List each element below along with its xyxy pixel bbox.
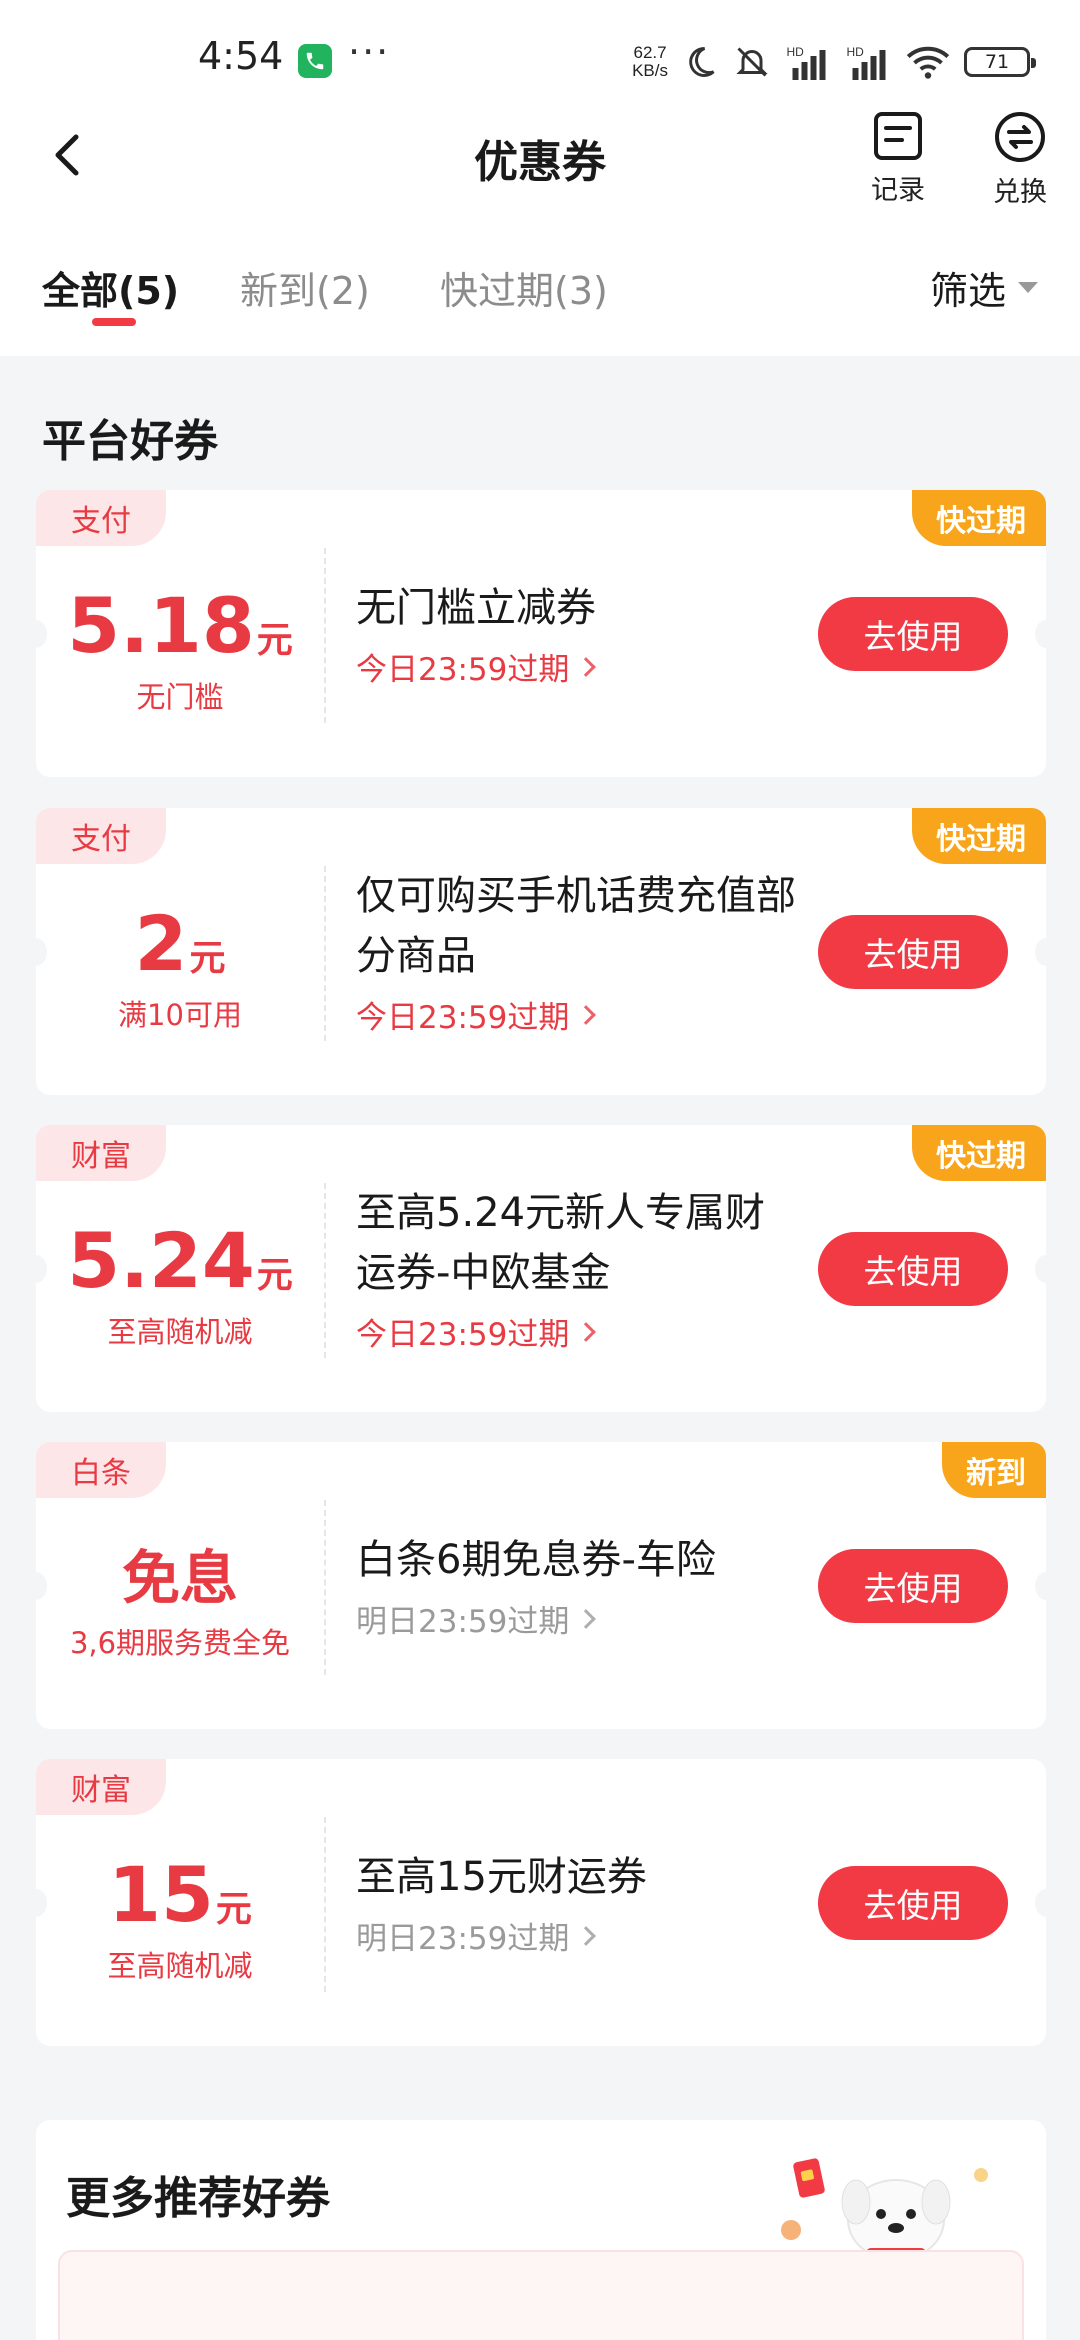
coupon-title: 无门槛立减券 — [356, 585, 596, 631]
coupon-card: 财富 15 元 至高随机减 至高15元财运券 明日23:59过期 去使用 — [36, 1759, 1046, 2046]
record-icon — [874, 112, 922, 160]
category-tag: 白条 — [36, 1442, 166, 1498]
coupon-card: 财富 快过期 5.24 元 至高随机减 至高5.24元新人专属财运券-中欧基金 … — [36, 1125, 1046, 1412]
coupon-expiry[interactable]: 今日23:59过期 — [356, 644, 796, 689]
category-tag: 财富 — [36, 1759, 166, 1815]
signal-icon: HD — [847, 45, 886, 80]
coupon-title: 仅可购买手机话费充值部分商品 — [356, 873, 796, 979]
coupon-expiry[interactable]: 今日23:59过期 — [356, 1309, 796, 1354]
expiry-text: 今日23:59过期 — [356, 652, 570, 688]
status-bar: 4:54 ··· 62.7 KB/s HD HD 71 — [0, 0, 1080, 100]
coupon-amount: 2 元 — [135, 902, 226, 986]
use-coupon-button[interactable]: 去使用 — [818, 915, 1008, 989]
coupon-card: 支付 快过期 5.18 元 无门槛 无门槛立减券 今日23:59过期 去使用 — [36, 490, 1046, 777]
status-tag: 快过期 — [912, 1125, 1046, 1181]
coupon-condition: 至高随机减 — [107, 1315, 253, 1349]
coupon-condition: 3,6期服务费全免 — [69, 1626, 291, 1660]
call-icon — [298, 44, 332, 78]
status-tag: 快过期 — [912, 490, 1046, 546]
amount-unit: 元 — [215, 1889, 252, 1930]
amount-unit: 元 — [256, 1255, 293, 1296]
expiry-text: 今日23:59过期 — [356, 1000, 570, 1036]
category-tag: 支付 — [36, 808, 166, 864]
amount-value: 5.24 — [67, 1216, 255, 1305]
amount-value: 免息 — [121, 1544, 238, 1612]
use-coupon-button[interactable]: 去使用 — [818, 597, 1008, 671]
tab-all[interactable]: 全部(5) — [42, 260, 179, 315]
coupon-amount: 15 元 — [108, 1853, 252, 1937]
section-title: 平台好券 — [42, 416, 218, 467]
svg-text:HD: HD — [847, 45, 865, 59]
coupon-amount: 免息 — [122, 1542, 238, 1614]
exchange-button[interactable]: 兑换 — [980, 110, 1060, 209]
tab-expiring[interactable]: 快过期(3) — [440, 260, 608, 315]
moon-icon — [689, 46, 715, 77]
coupon-card: 支付 快过期 2 元 满10可用 仅可购买手机话费充值部分商品 今日23:59过… — [36, 808, 1046, 1095]
coupon-title: 白条6期免息券-车险 — [356, 1537, 716, 1583]
filter-label: 筛选 — [929, 269, 1006, 313]
coupon-tabs: 全部(5) 新到(2) 快过期(3) 筛选 — [0, 220, 1080, 356]
chevron-right-icon — [576, 1925, 597, 1946]
chevron-right-icon — [576, 656, 597, 677]
chevron-right-icon — [576, 1608, 597, 1629]
recommend-title: 更多推荐好券 — [66, 2173, 330, 2224]
expiry-text: 今日23:59过期 — [356, 1317, 570, 1353]
status-tag: 快过期 — [912, 808, 1046, 864]
exchange-icon — [995, 112, 1045, 162]
coupon-expiry[interactable]: 明日23:59过期 — [356, 1596, 796, 1641]
amount-unit: 元 — [189, 938, 226, 979]
coupon-amount: 5.24 元 — [67, 1219, 293, 1303]
recommend-panel — [58, 2250, 1024, 2340]
expiry-text: 明日23:59过期 — [356, 1604, 570, 1640]
exchange-label: 兑换 — [993, 177, 1047, 208]
expiry-text: 明日23:59过期 — [356, 1921, 570, 1957]
coupon-amount: 5.18 元 — [67, 584, 293, 668]
status-time: 4:54 — [198, 34, 284, 78]
status-tag: 新到 — [942, 1442, 1046, 1498]
coupon-title: 至高15元财运券 — [356, 1854, 647, 1900]
amount-value: 2 — [134, 899, 188, 988]
speed-unit: KB/s — [632, 61, 668, 80]
signal-icon: HD — [787, 45, 826, 80]
caret-down-icon — [1018, 282, 1038, 293]
battery-level: 71 — [984, 51, 1010, 73]
category-tag: 支付 — [36, 490, 166, 546]
tab-new[interactable]: 新到(2) — [240, 260, 370, 315]
svg-text:HD: HD — [787, 45, 805, 59]
speed-value: 62.7 — [633, 43, 667, 62]
record-label: 记录 — [871, 175, 925, 206]
coupon-condition: 无门槛 — [136, 680, 224, 714]
coupon-expiry[interactable]: 明日23:59过期 — [356, 1913, 796, 1958]
coupon-expiry[interactable]: 今日23:59过期 — [356, 992, 796, 1037]
category-tag: 财富 — [36, 1125, 166, 1181]
coupon-condition: 至高随机减 — [107, 1949, 253, 1983]
use-coupon-button[interactable]: 去使用 — [818, 1232, 1008, 1306]
amount-value: 5.18 — [67, 581, 255, 670]
filter-button[interactable]: 筛选 — [930, 260, 1038, 315]
coupon-condition: 满10可用 — [118, 998, 242, 1032]
use-coupon-button[interactable]: 去使用 — [818, 1866, 1008, 1940]
network-speed: 62.7 KB/s — [632, 44, 668, 80]
chevron-right-icon — [576, 1321, 597, 1342]
amount-value: 15 — [108, 1850, 214, 1939]
tab-active-indicator — [92, 318, 136, 326]
nav-header: 优惠券 记录 兑换 — [0, 100, 1080, 220]
wifi-icon — [906, 46, 950, 79]
mute-icon — [736, 47, 768, 77]
coupon-card: 白条 新到 免息 3,6期服务费全免 白条6期免息券-车险 明日23:59过期 … — [36, 1442, 1046, 1729]
coupon-title: 至高5.24元新人专属财运券-中欧基金 — [356, 1190, 766, 1296]
mascot-dog-icon — [781, 2158, 988, 2260]
battery-icon: 71 — [964, 47, 1036, 77]
recommend-section: 更多推荐好券 — [36, 2120, 1046, 2340]
use-coupon-button[interactable]: 去使用 — [818, 1549, 1008, 1623]
record-button[interactable]: 记录 — [858, 110, 938, 207]
amount-unit: 元 — [256, 620, 293, 661]
chevron-right-icon — [576, 1004, 597, 1025]
more-dots-icon: ··· — [348, 30, 391, 74]
